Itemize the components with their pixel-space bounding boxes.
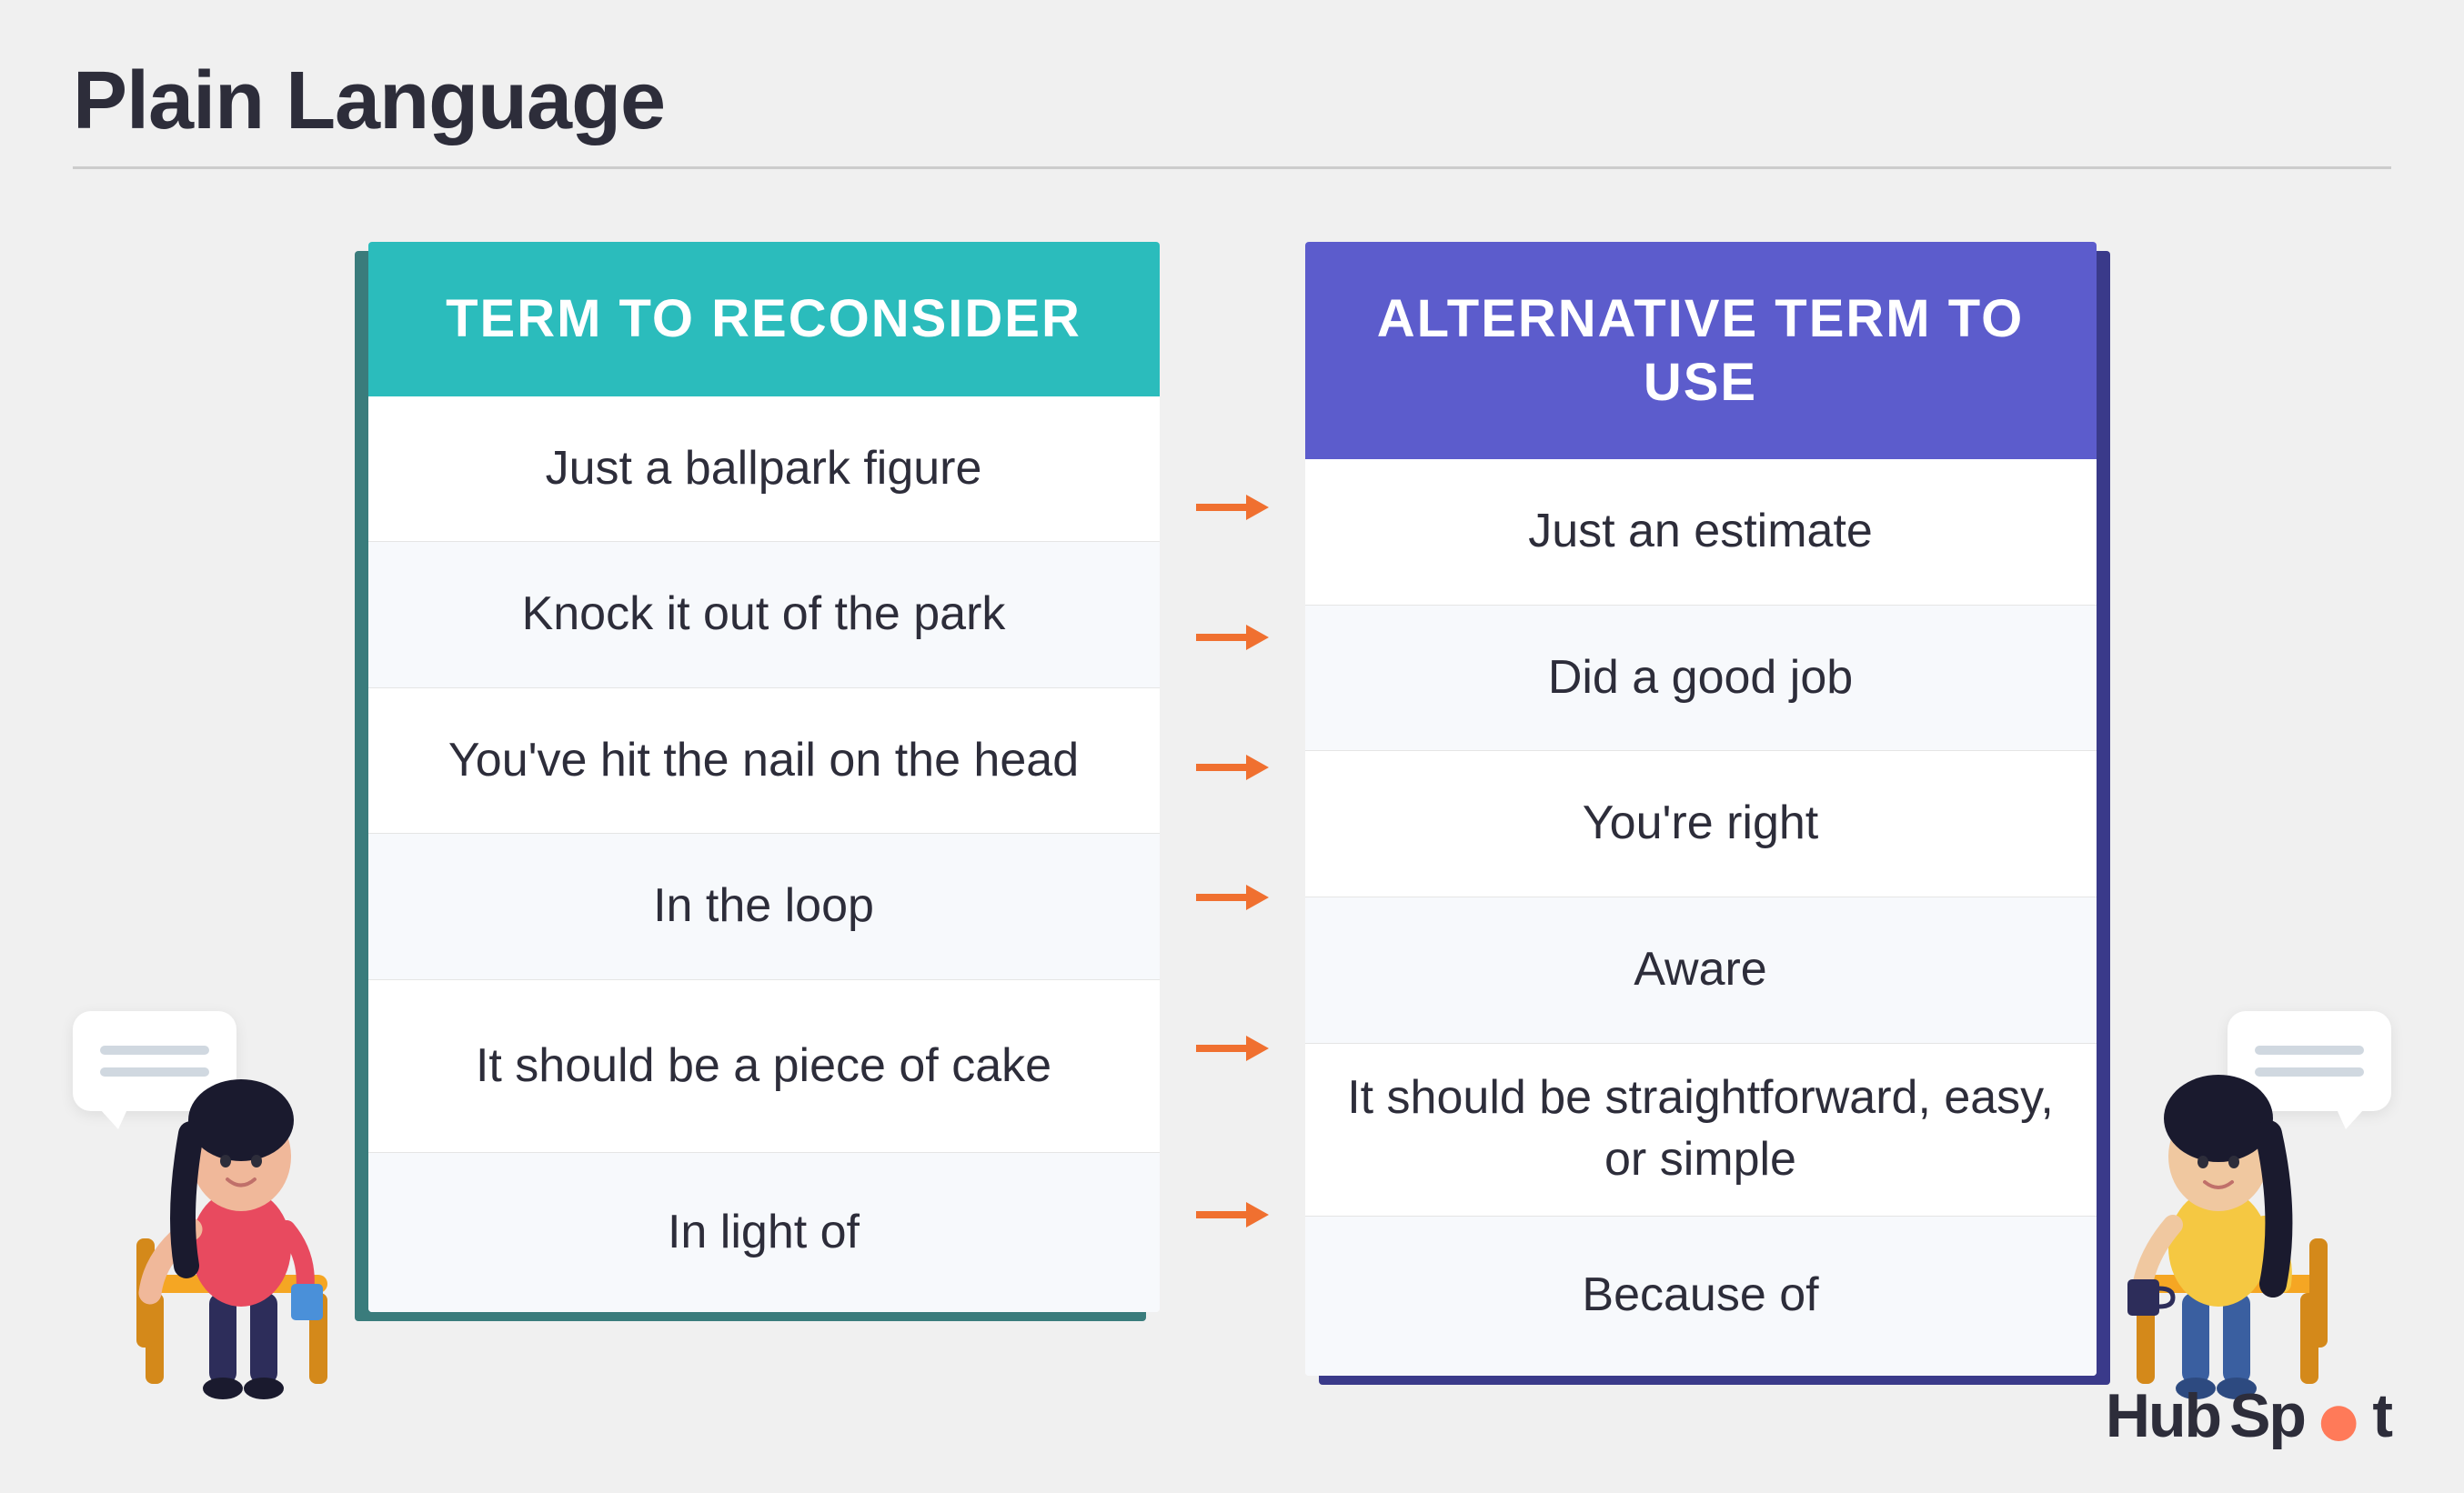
- left-rows: Just a ballpark figure Knock it out of t…: [368, 396, 1160, 1312]
- right-row-2: Did a good job: [1305, 606, 2097, 752]
- arrow-3: [1196, 702, 1269, 832]
- left-row-4: In the loop: [368, 834, 1160, 980]
- hubspot-logo-text: Hub: [2106, 1380, 2220, 1451]
- hubspot-dot: ●: [2314, 1378, 2363, 1460]
- left-row-2: Knock it out of the park: [368, 542, 1160, 688]
- arrow-5: [1196, 962, 1269, 1135]
- hubspot-logo-text2: Sp: [2229, 1380, 2305, 1451]
- left-header-text: TERM TO RECONSIDER: [423, 287, 1105, 351]
- hubspot-logo-text3: t: [2372, 1380, 2391, 1451]
- main-content: TERM TO RECONSIDER Just a ballpark figur…: [73, 242, 2391, 1376]
- right-header-text: ALTERNATIVE TERM TO USE: [1360, 287, 2042, 414]
- person-left-illustration: [100, 984, 391, 1420]
- right-row-3: You're right: [1305, 751, 2097, 897]
- right-card: ALTERNATIVE TERM TO USE Just an estimate…: [1305, 242, 2097, 1376]
- right-row-1: Just an estimate: [1305, 459, 2097, 606]
- arrow-6: [1196, 1135, 1269, 1294]
- right-rows: Just an estimate Did a good job You're r…: [1305, 459, 2097, 1375]
- left-row-5: It should be a piece of cake: [368, 980, 1160, 1153]
- right-row-4: Aware: [1305, 897, 2097, 1044]
- page: Plain Language TERM TO RECONSIDER Just a…: [0, 0, 2464, 1493]
- left-card: TERM TO RECONSIDER Just a ballpark figur…: [368, 242, 1160, 1312]
- left-header: TERM TO RECONSIDER: [368, 242, 1160, 396]
- page-title: Plain Language: [73, 55, 2391, 148]
- right-row-6: Because of: [1305, 1217, 2097, 1376]
- arrow-4: [1196, 832, 1269, 962]
- arrow-1: [1196, 442, 1269, 572]
- title-divider: [73, 166, 2391, 169]
- left-column: TERM TO RECONSIDER Just a ballpark figur…: [368, 242, 1160, 1312]
- person-right-illustration: [2073, 984, 2364, 1420]
- right-header: ALTERNATIVE TERM TO USE: [1305, 242, 2097, 459]
- arrows-column: [1160, 242, 1305, 1294]
- title-section: Plain Language: [73, 55, 2391, 169]
- left-row-6: In light of: [368, 1153, 1160, 1312]
- hubspot-logo: Hub Sp ● t: [2106, 1375, 2391, 1457]
- right-row-5: It should be straightforward, easy, or s…: [1305, 1044, 2097, 1217]
- left-row-3: You've hit the nail on the head: [368, 688, 1160, 835]
- arrow-2: [1196, 572, 1269, 702]
- left-row-1: Just a ballpark figure: [368, 396, 1160, 543]
- right-column: ALTERNATIVE TERM TO USE Just an estimate…: [1305, 242, 2097, 1376]
